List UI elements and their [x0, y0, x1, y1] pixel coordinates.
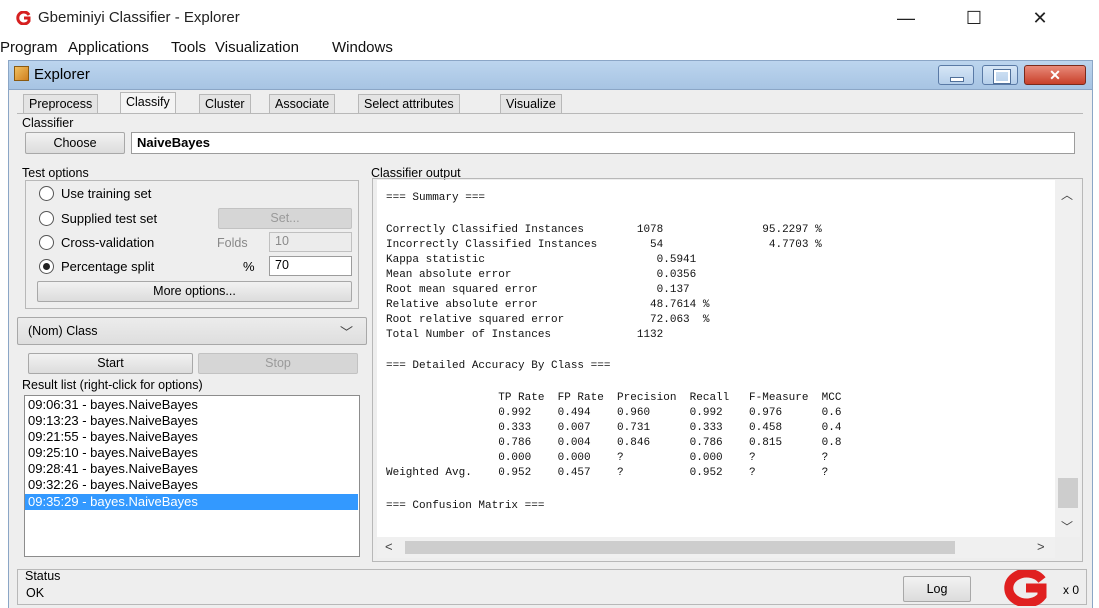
choose-classifier-button[interactable]: Choose — [25, 132, 125, 154]
result-item[interactable]: 09:06:31 - bayes.NaiveBayes — [25, 397, 358, 413]
output-line: Kappa statistic 0.5941 — [386, 254, 697, 266]
use-training-set-radio[interactable] — [39, 186, 54, 201]
status-text: OK — [26, 586, 45, 600]
result-item[interactable]: 09:13:23 - bayes.NaiveBayes — [25, 413, 358, 429]
tab-visualize[interactable]: Visualize — [500, 94, 562, 114]
output-line: Total Number of Instances 1132 — [386, 329, 664, 341]
chevron-down-icon: ﹀ — [340, 325, 354, 340]
more-options-button[interactable]: More options... — [37, 281, 352, 302]
supplied-test-set-radio[interactable] — [39, 211, 54, 226]
minimize-icon — [950, 77, 964, 82]
output-line: 0.000 0.000 ? 0.000 ? ? — [386, 452, 829, 464]
output-line: Weighted Avg. 0.952 0.457 ? 0.952 ? ? — [386, 467, 829, 479]
maximize-button[interactable]: ☐ — [954, 4, 994, 32]
log-button[interactable]: Log — [903, 576, 971, 602]
result-item[interactable]: 09:21:55 - bayes.NaiveBayes — [25, 429, 358, 445]
output-line: === Confusion Matrix === — [386, 500, 545, 512]
tab-classify[interactable]: Classify — [120, 92, 176, 114]
output-line: 0.333 0.007 0.731 0.333 0.458 0.4 — [386, 422, 842, 434]
output-line: 0.786 0.004 0.846 0.786 0.815 0.8 — [386, 437, 842, 449]
percentage-split-radio[interactable] — [39, 259, 54, 274]
maximize-icon — [993, 69, 1011, 84]
output-line: TP Rate FP Rate Precision Recall F-Measu… — [386, 392, 842, 404]
inner-minimize-button[interactable] — [938, 65, 974, 85]
output-line: === Detailed Accuracy By Class === — [386, 360, 611, 372]
inner-close-button[interactable]: ✕ — [1024, 65, 1086, 85]
use-training-set-label: Use training set — [61, 186, 152, 201]
test-options-label: Test options — [22, 166, 89, 180]
output-line: 0.992 0.494 0.960 0.992 0.976 0.6 — [386, 407, 842, 419]
menu-visualization[interactable]: Visualization — [215, 39, 299, 56]
menu-windows[interactable]: Windows — [332, 39, 393, 56]
scroll-up-icon: ︿ — [1061, 188, 1074, 202]
folds-input[interactable]: 10 — [269, 232, 352, 252]
weka-status-logo-icon — [1004, 570, 1047, 606]
folds-label: Folds — [217, 236, 248, 250]
close-button[interactable]: ✕ — [1020, 4, 1060, 32]
inner-maximize-button[interactable] — [982, 65, 1018, 85]
minimize-button[interactable]: — — [886, 4, 926, 32]
menu-program[interactable]: Program — [0, 39, 58, 56]
tab-cluster[interactable]: Cluster — [199, 94, 251, 114]
tab-associate[interactable]: Associate — [269, 94, 336, 114]
output-line: Root mean squared error 0.137 — [386, 284, 690, 296]
start-button[interactable]: Start — [28, 353, 193, 374]
scroll-left-icon: < — [385, 539, 393, 554]
class-attribute-value: (Nom) Class — [28, 324, 98, 338]
percent-symbol: % — [243, 259, 255, 274]
menu-bar — [0, 36, 1099, 60]
cross-validation-label: Cross-validation — [61, 235, 155, 250]
classifier-group-label: Classifier — [22, 116, 74, 130]
scroll-down-icon: ﹀ — [1061, 520, 1074, 534]
horizontal-scroll-thumb[interactable] — [405, 541, 955, 554]
explorer-window-icon — [14, 66, 29, 81]
classifier-output-text[interactable]: === Summary === Correctly Classified Ins… — [377, 180, 1055, 537]
window-title: Gbeminiyi Classifier - Explorer — [38, 9, 240, 26]
classifier-name-field[interactable]: NaiveBayes — [131, 132, 1075, 154]
cross-validation-radio[interactable] — [39, 235, 54, 250]
set-test-set-button[interactable]: Set... — [218, 208, 352, 229]
stop-button[interactable]: Stop — [198, 353, 358, 374]
tab-select-attributes[interactable]: Select attributes — [358, 94, 460, 114]
tab-preprocess[interactable]: Preprocess — [23, 94, 99, 114]
class-attribute-select[interactable]: (Nom) Class — [17, 317, 367, 345]
output-line: Relative absolute error 48.7614 % — [386, 299, 710, 311]
result-item[interactable]: 09:28:41 - bayes.NaiveBayes — [25, 461, 358, 477]
output-line: Root relative squared error 72.063 % — [386, 314, 710, 326]
scroll-right-icon: > — [1037, 539, 1045, 554]
output-line: Mean absolute error 0.0356 — [386, 269, 697, 281]
percentage-split-input[interactable]: 70 — [269, 256, 352, 276]
inner-window-title: Explorer — [34, 66, 90, 83]
output-horizontal-scrollbar[interactable]: < > — [377, 537, 1055, 558]
close-icon: ✕ — [1049, 67, 1061, 83]
result-item[interactable]: 09:32:26 - bayes.NaiveBayes — [25, 477, 358, 493]
output-vertical-scrollbar[interactable]: ︿ ﹀ — [1055, 180, 1080, 537]
app-logo-icon — [16, 11, 31, 25]
result-list-label: Result list (right-click for options) — [22, 378, 203, 392]
output-line: Incorrectly Classified Instances 54 4.77… — [386, 239, 822, 251]
percentage-split-label: Percentage split — [61, 259, 155, 274]
tab-divider — [17, 113, 1083, 114]
output-line: === Summary === — [386, 192, 486, 204]
inner-window-titlebar — [8, 60, 1093, 90]
menu-tools[interactable]: Tools — [171, 39, 206, 56]
menu-applications[interactable]: Applications — [68, 39, 149, 56]
result-item[interactable]: 09:25:10 - bayes.NaiveBayes — [25, 445, 358, 461]
status-label: Status — [25, 569, 61, 583]
vertical-scroll-thumb[interactable] — [1058, 478, 1078, 508]
thread-count: x 0 — [1063, 583, 1080, 597]
result-item-selected[interactable]: 09:35:29 - bayes.NaiveBayes — [25, 494, 358, 510]
output-line: Correctly Classified Instances 1078 95.2… — [386, 224, 822, 236]
radio-selected-dot — [43, 263, 50, 270]
supplied-test-set-label: Supplied test set — [61, 211, 158, 226]
